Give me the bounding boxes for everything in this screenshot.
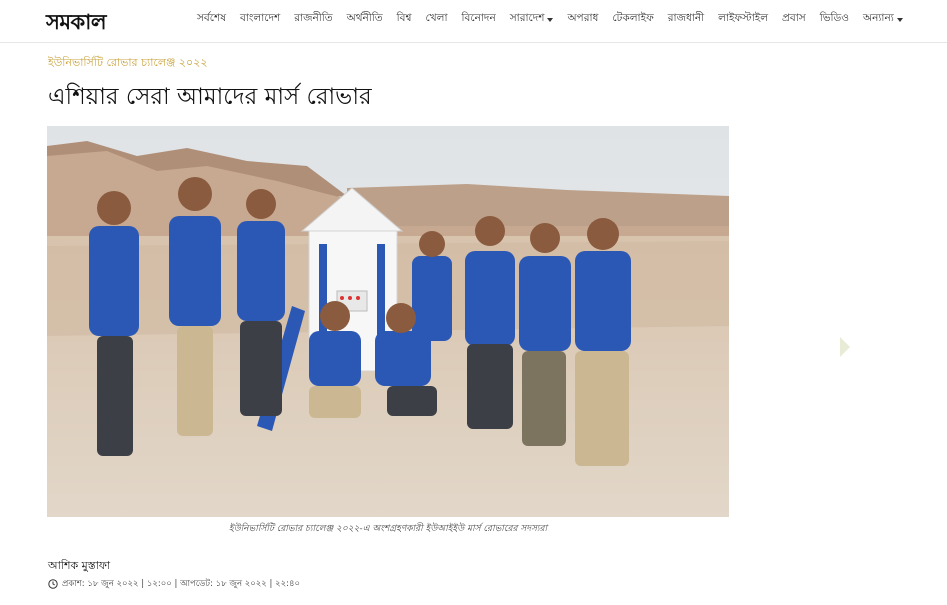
nav-item-label: সর্বশেষ [197,12,227,24]
nav-item-label: বাংলাদেশ [240,12,281,24]
nav-item-label: রাজনীতি [294,12,333,24]
nav-item-0[interactable]: সর্বশেষ [190,11,233,28]
nav-item-11[interactable]: লাইফস্টাইল [711,11,775,28]
team-photo-illustration [47,126,729,517]
next-arrow-icon[interactable] [838,335,852,359]
article-dateline: প্রকাশ: ১৮ জুন ২০২২ | ১২:০০ | আপডেট: ১৮ … [48,577,300,591]
author-name[interactable]: আশিক মুস্তাফা [48,557,110,576]
nav-item-13[interactable]: ভিডিও [813,11,856,28]
main-nav: সর্বশেষ বাংলাদেশ রাজনীতি অর্থনীতি বিশ্ব খেলা ব… [190,11,910,28]
nav-item-label: লাইফস্টাইল [718,12,769,24]
site-logo[interactable]: সমকাল [46,6,106,41]
nav-item-label: প্রবাস [782,12,806,24]
nav-item-9[interactable]: টেকলাইফ [605,11,660,28]
nav-item-12[interactable]: প্রবাস [775,11,813,28]
nav-item-7[interactable]: সারাদেশ [503,11,561,28]
nav-item-10[interactable]: রাজধানী [661,11,711,28]
article-headline: এশিয়ার সেরা আমাদের মার্স রোভার [48,84,372,110]
article-photo [47,126,729,517]
nav-item-5[interactable]: খেলা [419,11,455,28]
nav-item-label: টেকলাইফ [612,12,654,24]
site-header: সমকাল সর্বশেষ বাংলাদেশ রাজনীতি অর্থনীতি বিশ্… [0,0,947,43]
nav-item-14[interactable]: অন্যান্য [856,11,910,28]
nav-item-label: অপরাধ [567,12,599,24]
nav-item-label: সারাদেশ [509,12,545,24]
dateline-text: প্রকাশ: ১৮ জুন ২০২২ | ১২:০০ | আপডেট: ১৮ … [62,579,301,589]
nav-item-label: অর্থনীতি [346,12,383,24]
chevron-down-icon [547,17,554,22]
nav-item-label: অন্যান্য [863,12,894,24]
nav-item-label: রাজধানী [667,12,705,24]
nav-item-4[interactable]: বিশ্ব [390,11,419,28]
nav-item-1[interactable]: বাংলাদেশ [233,11,287,28]
nav-item-label: ভিডিও [819,12,850,24]
clock-icon [48,579,58,589]
nav-item-2[interactable]: রাজনীতি [287,11,339,28]
nav-item-label: বিশ্ব [396,12,412,24]
nav-item-label: খেলা [425,12,448,24]
photo-caption: ইউনিভার্সিটি রোভার চ্যালেঞ্জ ২০২২-এ অংশগ… [228,524,548,534]
article-kicker[interactable]: ইউনিভার্সিটি রোভার চ্যালেঞ্জ ২০২২ [48,54,208,73]
nav-item-8[interactable]: অপরাধ [560,11,605,28]
nav-item-6[interactable]: বিনোদন [455,11,503,28]
nav-item-3[interactable]: অর্থনীতি [340,11,390,28]
chevron-down-icon [896,17,903,22]
nav-item-label: বিনোদন [461,12,496,24]
